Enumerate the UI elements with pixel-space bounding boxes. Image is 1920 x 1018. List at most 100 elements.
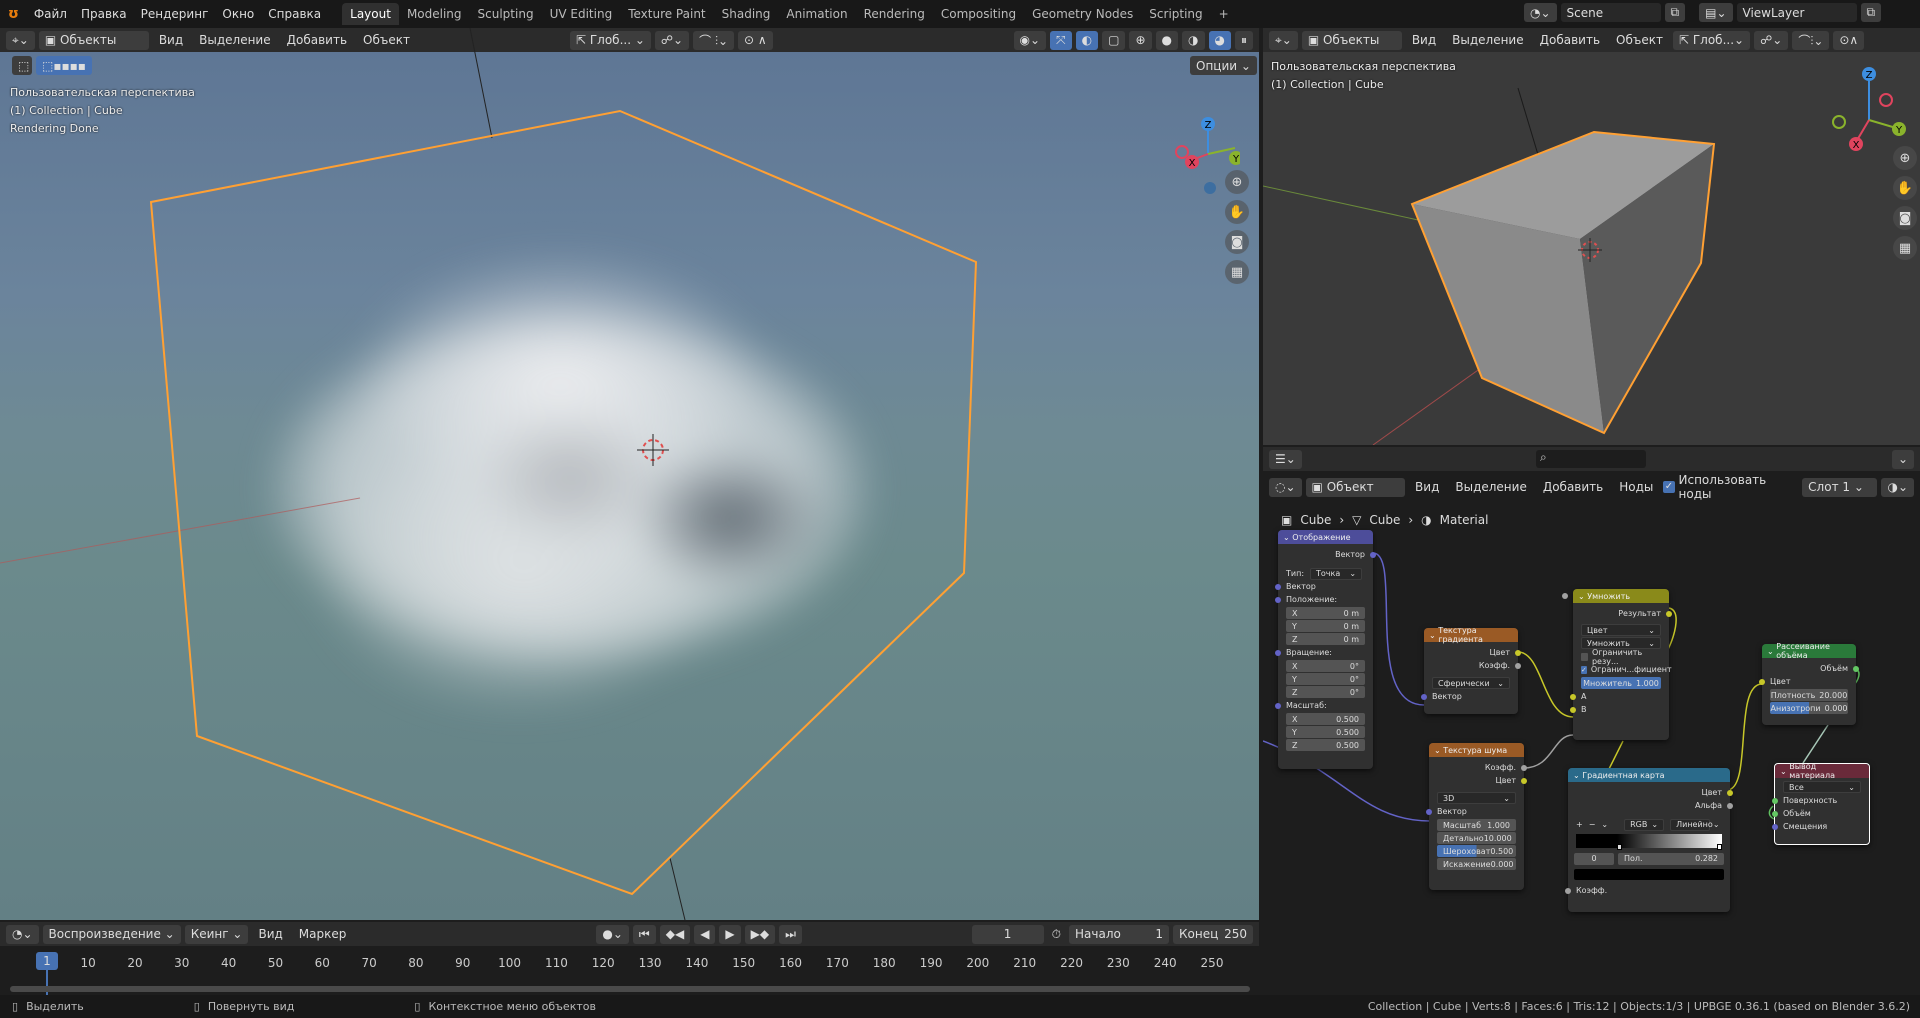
ortho-grid-icon[interactable]: ▦ [1225, 260, 1249, 284]
tab-layout[interactable]: Layout [342, 3, 399, 25]
color-ramp-gradient[interactable] [1576, 834, 1722, 850]
factor-field[interactable]: Множитель 1.000 [1562, 592, 1661, 689]
new-scene-button[interactable]: ⧉ [1664, 3, 1686, 22]
view-layer-icon[interactable]: ▤⌄ [1699, 3, 1733, 22]
new-view-layer-button[interactable]: ⧉ [1860, 3, 1882, 22]
location-y[interactable]: Y0 m [1286, 620, 1365, 632]
timeline-scrollbar[interactable] [10, 986, 1250, 992]
socket-input-b[interactable] [1570, 706, 1576, 713]
dimensions-select[interactable]: 3D ⌄ [1437, 792, 1516, 804]
rotation-x[interactable]: X 0° [1286, 660, 1365, 672]
socket-output[interactable] [1666, 610, 1672, 617]
menu-file[interactable]: Файл [27, 7, 74, 21]
scene-field[interactable]: Scene [1560, 3, 1661, 22]
node-header[interactable]: ⌄ Отображение [1278, 530, 1373, 544]
add-workspace-button[interactable]: + [1211, 3, 1237, 25]
play-icon[interactable]: ▶ [719, 924, 741, 944]
prev-keyframe-icon[interactable]: ◆◀ [659, 924, 691, 944]
clamp-factor-checkbox[interactable]: ✓ Огранич...фициент [1573, 663, 1672, 676]
next-keyframe-icon[interactable]: ▶◆ [744, 924, 776, 944]
blender-logo-icon[interactable]: ʊ [0, 6, 27, 22]
view-layer-field[interactable]: ViewLayer [1736, 3, 1857, 22]
rotation-y[interactable]: Y 0° [1286, 673, 1365, 685]
anisotropy-field[interactable]: Анизотропи 0.000 [1770, 702, 1848, 714]
socket-output[interactable] [1521, 764, 1527, 771]
stopwatch-icon[interactable]: ⏱ [1048, 927, 1065, 942]
menu-render[interactable]: Рендеринг [134, 7, 216, 21]
socket-output[interactable] [1521, 777, 1527, 784]
menu-help[interactable]: Справка [261, 7, 328, 21]
density-field[interactable]: Плотность 20.000 [1770, 689, 1848, 701]
socket-input[interactable] [1275, 583, 1281, 590]
viewport-left[interactable]: ⌖⌄ ▣ Объекты Вид Выделение Добавить Объе… [0, 28, 1259, 920]
socket-output[interactable] [1515, 649, 1521, 656]
node-header[interactable]: ⌄ Рассеивание объёма [1762, 642, 1856, 660]
editor-type-button[interactable]: ◔⌄ [6, 924, 39, 944]
tab-uv-editing[interactable]: UV Editing [542, 3, 621, 25]
current-frame-field[interactable]: 1 [971, 924, 1044, 944]
timeline[interactable]: ◔⌄ Воспроизведение ⌄ Кеинг ⌄ Вид Маркер … [0, 922, 1259, 995]
type-select[interactable]: Точка ⌄ [1310, 567, 1363, 580]
socket-input[interactable] [1772, 797, 1778, 804]
node-multiply[interactable]: ⌄ Умножить Результат Цвет ⌄ Умножить ⌄ Огр… [1562, 589, 1672, 740]
jump-start-icon[interactable]: ⏮ [632, 924, 656, 944]
menu-playback[interactable]: Воспроизведение ⌄ [42, 924, 181, 944]
auto-keying-toggle[interactable]: ●⌄ [596, 924, 629, 944]
stop-index-field[interactable]: 0 [1574, 852, 1614, 865]
noise-scale-field[interactable]: Масштаб 1.000 [1437, 819, 1516, 831]
node-color-ramp[interactable]: ⌄ Градиентная карта Цвет Альфа + − ⌄ RGB… [1565, 768, 1733, 912]
menu-keying[interactable]: Кеинг ⌄ [184, 924, 249, 944]
tab-texture-paint[interactable]: Texture Paint [620, 3, 713, 25]
scale-z[interactable]: Z 0.500 [1286, 739, 1365, 751]
play-reverse-icon[interactable]: ◀ [694, 924, 716, 944]
node-header[interactable]: ⌄ Текстура шума [1429, 743, 1524, 757]
socket-input[interactable] [1275, 649, 1281, 656]
socket-output[interactable] [1727, 789, 1733, 796]
jump-end-icon[interactable]: ⏭ [779, 924, 802, 944]
properties-editor-icon[interactable]: ☰⌄ [1269, 449, 1302, 469]
socket-output[interactable] [1370, 551, 1376, 558]
stop-position-field[interactable]: Пол. 0.282 [1618, 852, 1724, 865]
pan-hand-icon[interactable]: ✋ [1225, 200, 1249, 224]
gradient-type-select[interactable]: Сферически ⌄ [1432, 677, 1510, 689]
node-volume-scatter[interactable]: ⌄ Рассеивание объёма Объём Цвет Плотност… [1759, 642, 1859, 725]
rotation-z[interactable]: Z 0° [1286, 686, 1365, 698]
color-mode-select[interactable]: RGB ⌄ [1624, 818, 1665, 831]
menu-edit[interactable]: Правка [74, 7, 134, 21]
tab-modeling[interactable]: Modeling [399, 3, 470, 25]
frame-ruler[interactable]: 10 20 30 40 50 60 70 80 90 100 110 120 130 140 150 160 1… [0, 952, 1259, 974]
socket-input[interactable] [1275, 596, 1281, 603]
node-header[interactable]: ⌄ Градиентная карта [1568, 768, 1730, 782]
scale-x[interactable]: X 0.500 [1286, 713, 1365, 725]
target-select[interactable]: Все ⌄ [1783, 781, 1861, 793]
data-type-select[interactable]: Цвет ⌄ [1581, 624, 1661, 636]
socket-input[interactable] [1275, 702, 1281, 709]
camera-icon[interactable]: ◙ [1893, 206, 1917, 230]
viewport-right[interactable]: ⌖⌄ ▣ Объекты Вид Выделение Добавить Объе… [1263, 28, 1920, 445]
tab-sculpting[interactable]: Sculpting [470, 3, 542, 25]
menu-window[interactable]: Окно [215, 7, 261, 21]
camera-icon[interactable]: ◙ [1225, 230, 1249, 254]
interpolation-select[interactable]: Линейно ⌄ [1670, 818, 1720, 831]
socket-output[interactable] [1853, 665, 1859, 672]
menu-view[interactable]: Вид [252, 927, 288, 941]
node-header[interactable]: ⌄ Вывод материала [1775, 762, 1869, 780]
socket-input[interactable] [1759, 678, 1765, 685]
node-header[interactable]: ⌄ Умножить [1573, 589, 1669, 603]
end-frame-field[interactable]: Конец 250 [1173, 924, 1253, 944]
expand-icon[interactable]: ⌄ [1891, 449, 1914, 469]
node-gradient-texture[interactable]: ⌄ Текстура градиента Цвет Коэфф. Сфериче… [1421, 626, 1521, 714]
node-noise-texture[interactable]: ⌄ Текстура шума Коэфф. Цвет 3D ⌄ Вектор М… [1426, 743, 1527, 890]
location-x[interactable]: X0 m [1286, 607, 1365, 619]
remove-stop-button[interactable]: − [1589, 820, 1596, 829]
noise-detail-field[interactable]: Детально 10.000 [1437, 832, 1516, 844]
tab-animation[interactable]: Animation [778, 3, 855, 25]
socket-input[interactable] [1772, 823, 1778, 830]
location-z[interactable]: Z0 m [1286, 633, 1365, 645]
socket-input[interactable] [1421, 693, 1427, 700]
tab-compositing[interactable]: Compositing [933, 3, 1024, 25]
tab-geometry-nodes[interactable]: Geometry Nodes [1024, 3, 1141, 25]
socket-input[interactable] [1426, 808, 1432, 815]
zoom-icon[interactable]: ⊕ [1893, 146, 1917, 170]
socket-output[interactable] [1515, 662, 1521, 669]
